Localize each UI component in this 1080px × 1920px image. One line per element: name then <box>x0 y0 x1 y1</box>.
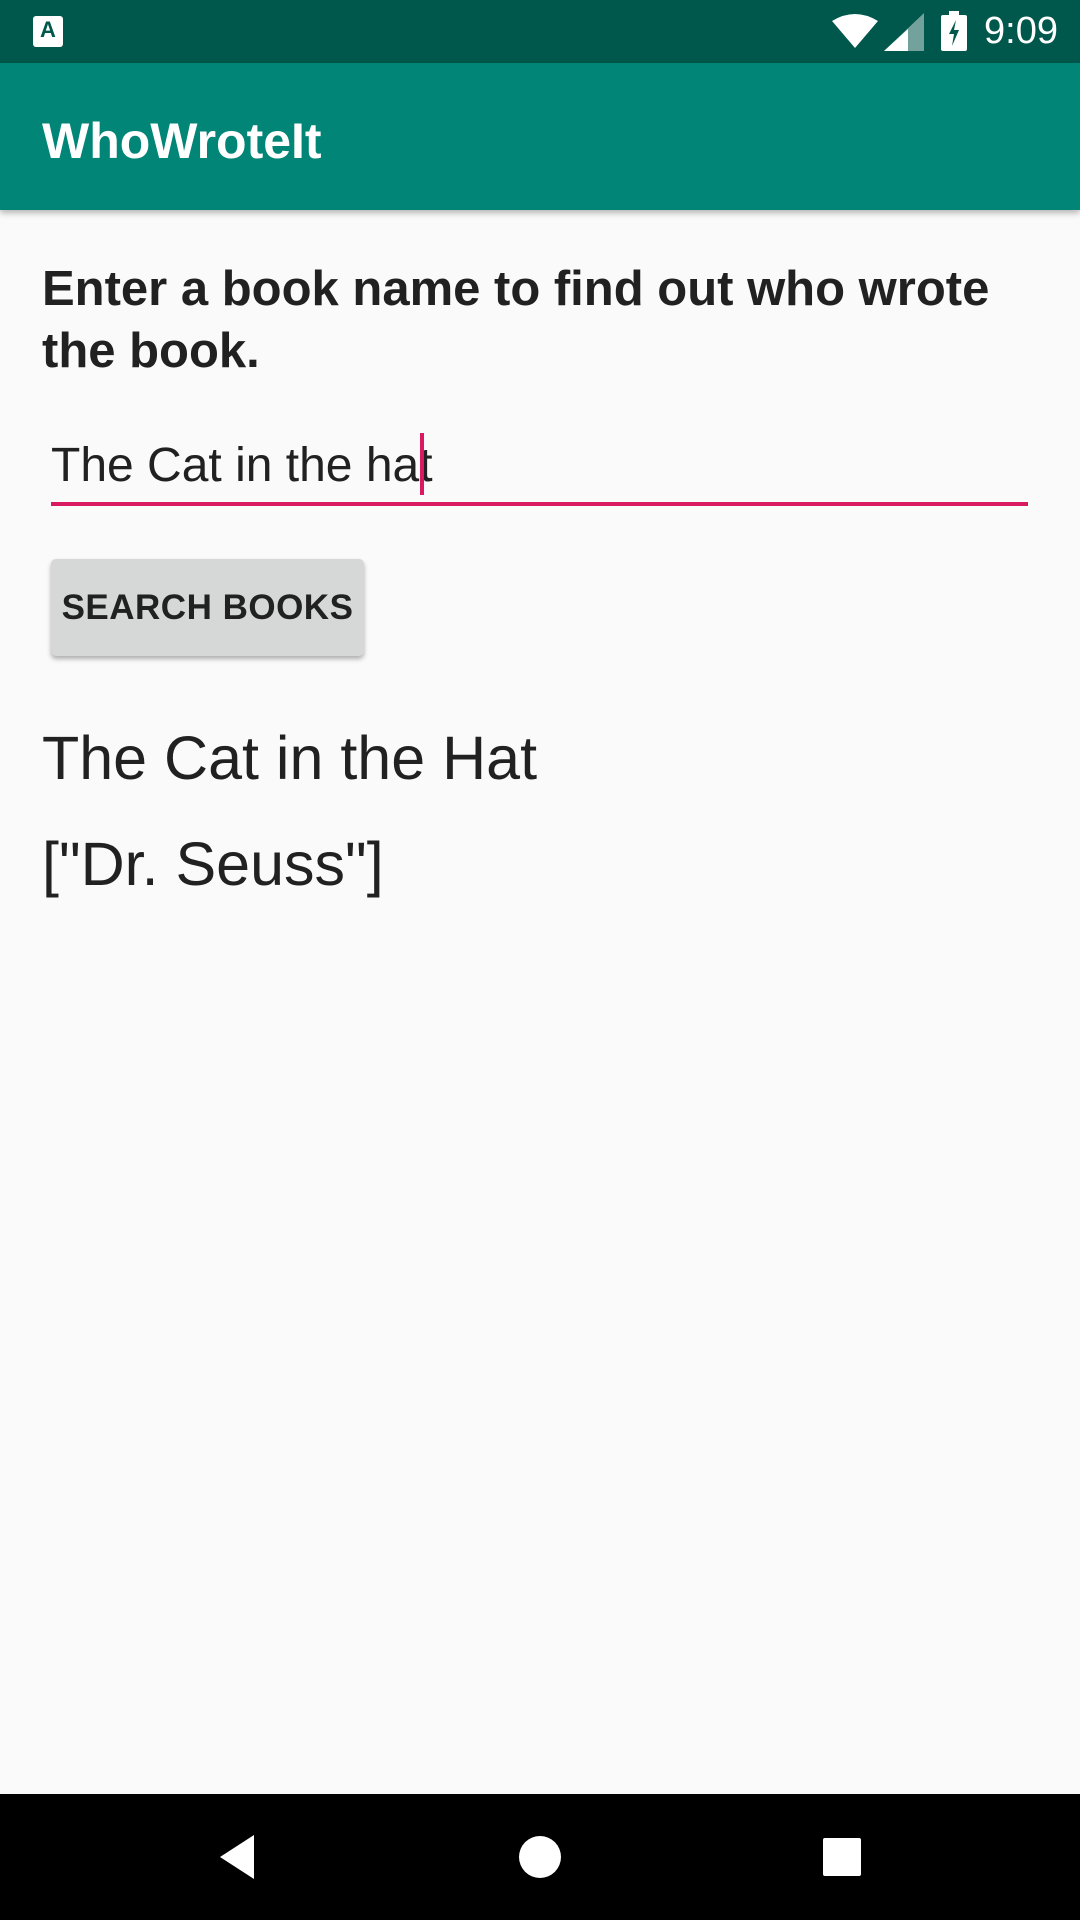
text-cursor <box>420 433 424 495</box>
search-books-button[interactable]: SEARCH BOOKS <box>51 559 364 656</box>
notification-glyph: A <box>40 17 56 42</box>
status-bar: A 9:09 <box>0 0 1080 63</box>
app-title: WhoWroteIt <box>42 113 322 169</box>
back-icon[interactable] <box>208 1827 268 1887</box>
wifi-icon <box>832 14 878 48</box>
navigation-bar <box>0 1794 1080 1920</box>
book-name-input[interactable] <box>51 430 1028 502</box>
instruction-text: Enter a book name to find out who wrote … <box>42 262 990 378</box>
text-input-notification-icon: A <box>33 16 63 47</box>
battery-charging-icon <box>941 11 967 51</box>
result-book-author: ["Dr. Seuss"] <box>42 830 384 898</box>
status-clock: 9:09 <box>984 10 1058 52</box>
recents-icon[interactable] <box>812 1827 872 1887</box>
result-book-title: The Cat in the Hat <box>42 724 538 792</box>
book-input-container[interactable] <box>51 430 1028 506</box>
home-icon[interactable] <box>510 1827 570 1887</box>
app-bar: WhoWroteIt <box>0 63 1080 210</box>
signal-icon <box>884 13 924 51</box>
